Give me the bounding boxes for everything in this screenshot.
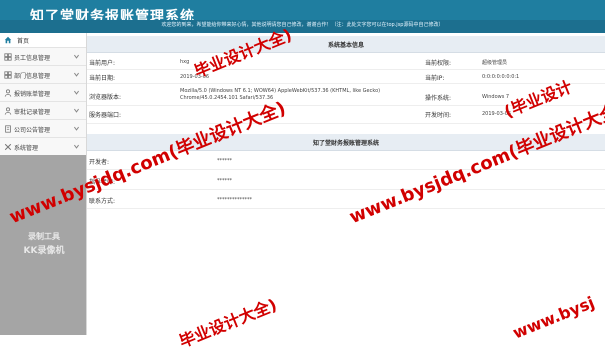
chevron-down-icon <box>74 54 79 59</box>
sidebar-item-employee[interactable]: 员工信息管理 <box>0 48 86 66</box>
chevron-down-icon <box>74 108 79 113</box>
sidebar-item-label: 员工信息管理 <box>14 55 51 62</box>
row-divider <box>87 83 605 84</box>
tools-icon <box>4 143 12 151</box>
date-value: 2019-03-06 <box>180 74 210 80</box>
row-divider <box>87 169 605 170</box>
ip-label: 当前IP: <box>425 75 445 82</box>
dev-time-label: 开发时间: <box>425 112 452 119</box>
grid-icon <box>4 53 12 61</box>
os-value: Windows 7 <box>482 94 510 100</box>
role-label: 当前权限: <box>425 60 452 67</box>
role-value: 超级管理员 <box>482 60 508 66</box>
teacher-label: 指导老师: <box>89 179 116 186</box>
system-info-header: 系统基本信息 <box>87 36 605 53</box>
about-title: 知了堂财务报账管理系统 <box>312 140 379 147</box>
sidebar-item-label: 首页 <box>17 38 30 45</box>
current-user-label: 当前用户: <box>89 60 116 67</box>
port-label: 服务器端口: <box>89 112 122 119</box>
developer-label: 开发者: <box>89 159 110 166</box>
teacher-value: ****** <box>217 178 232 184</box>
current-user-value: hxg <box>180 59 190 65</box>
contact-value: ************** <box>217 197 252 203</box>
row-divider <box>87 105 605 106</box>
browser-value: Mozilla/5.0 (Windows NT 6.1; WOW64) Appl… <box>180 88 381 101</box>
row-divider <box>87 123 605 124</box>
developer-value: ****** <box>217 158 232 164</box>
grid-icon <box>4 71 12 79</box>
dev-time-value: 2019-03-06 <box>482 111 512 117</box>
sidebar: 首页 员工信息管理 部门信息管理 报销账单管理 审批记录管理 公司公告管理 系统… <box>0 33 87 335</box>
sidebar-item-label: 系统管理 <box>14 145 39 152</box>
about-header: 知了堂财务报账管理系统 <box>87 134 605 151</box>
recorder-logo: 录制工具 KK录像机 <box>23 232 65 256</box>
sidebar-item-label: 报销账单管理 <box>14 91 51 98</box>
sidebar-item-notice[interactable]: 公司公告管理 <box>0 120 86 138</box>
notice-bar: 欢迎您的到来，希望能给你带来好心情，其他说明请您自己修改，谢谢合作！（注：此处文… <box>0 20 605 33</box>
sidebar-item-label: 部门信息管理 <box>14 73 51 80</box>
sidebar-item-approval[interactable]: 审批记录管理 <box>0 102 86 120</box>
notice-text: 欢迎您的到来，希望能给你带来好心情，其他说明请您自己修改，谢谢合作！（注：此处文… <box>161 22 444 28</box>
row-divider <box>87 189 605 190</box>
document-icon <box>5 125 11 133</box>
sidebar-item-expense[interactable]: 报销账单管理 <box>0 84 86 102</box>
sidebar-item-system[interactable]: 系统管理 <box>0 138 86 156</box>
row-divider <box>87 208 605 209</box>
home-icon <box>4 36 12 44</box>
os-label: 操作系统: <box>425 95 452 102</box>
person-icon <box>4 107 12 115</box>
row-divider <box>87 69 605 70</box>
chevron-down-icon <box>74 126 79 131</box>
chevron-down-icon <box>74 90 79 95</box>
browser-label: 浏览器版本: <box>89 94 122 101</box>
sidebar-item-label: 公司公告管理 <box>14 127 51 134</box>
main-content: 系统基本信息 当前用户: hxg 当前权限: 超级管理员 当前日期: 2019-… <box>87 33 605 335</box>
chevron-down-icon <box>74 72 79 77</box>
sidebar-item-department[interactable]: 部门信息管理 <box>0 66 86 84</box>
system-info-title: 系统基本信息 <box>327 42 364 49</box>
person-icon <box>4 89 12 97</box>
sidebar-item-home[interactable]: 首页 <box>0 33 86 48</box>
contact-label: 联系方式: <box>89 198 116 205</box>
chevron-down-icon <box>74 144 79 149</box>
date-label: 当前日期: <box>89 75 116 82</box>
sidebar-item-label: 审批记录管理 <box>14 109 51 116</box>
ip-value: 0:0:0:0:0:0:0:1 <box>482 74 520 80</box>
